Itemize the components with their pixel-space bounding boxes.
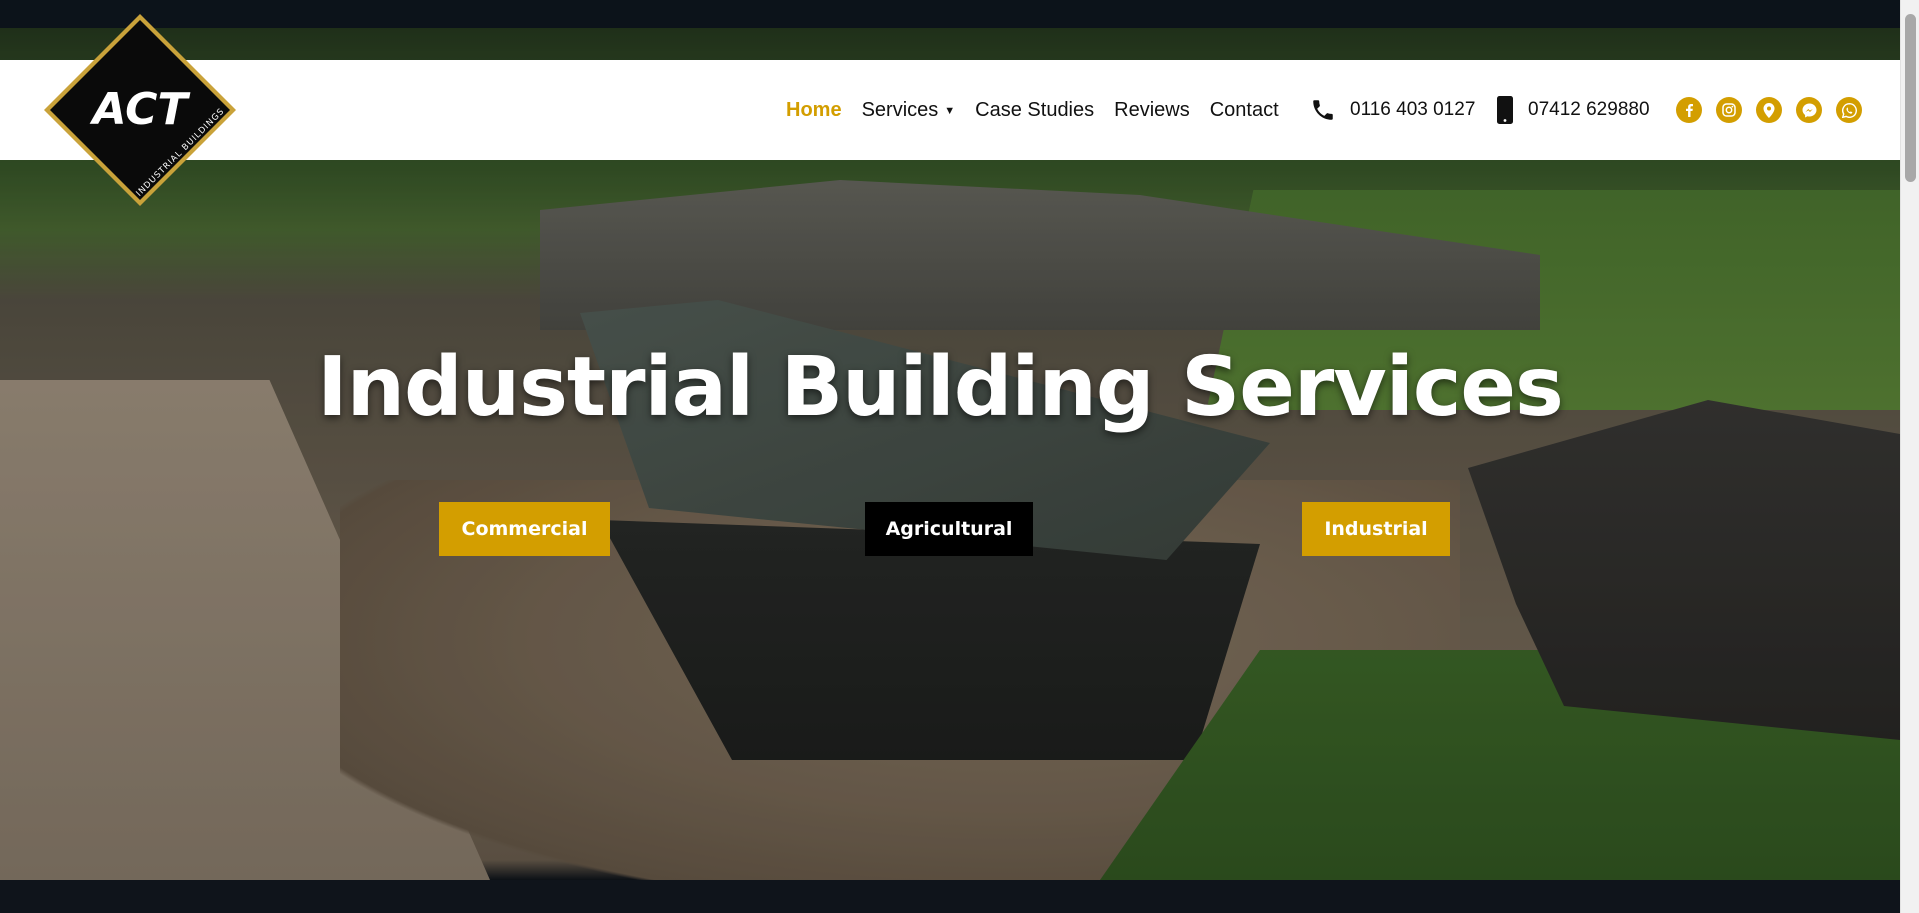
bottom-dark-bar: [0, 880, 1900, 913]
social-links: [1676, 60, 1876, 160]
nav-item-home[interactable]: Home: [786, 99, 842, 122]
nav-item-services-label: Services: [861, 98, 939, 121]
nav-item-contact[interactable]: Contact: [1210, 99, 1279, 122]
nav-item-reviews[interactable]: Reviews: [1114, 99, 1190, 122]
map-pin-icon[interactable]: [1756, 97, 1782, 123]
phone-icon: [1310, 97, 1336, 123]
site-logo[interactable]: ACT INDUSTRIAL BUILDINGS: [42, 12, 238, 208]
industrial-button[interactable]: Industrial: [1302, 502, 1450, 556]
logo-text: ACT: [89, 84, 190, 135]
mobile-number: 07412 629880: [1528, 99, 1650, 120]
chevron-down-icon: ▼: [944, 104, 956, 117]
whatsapp-icon[interactable]: [1836, 97, 1862, 123]
mobile-contact[interactable]: 07412 629880: [1496, 60, 1650, 160]
main-nav: Home Services ▼ Case Studies Reviews Cont…: [786, 60, 1299, 160]
mobile-phone-icon: [1496, 96, 1514, 124]
hero-title: Industrial Building Services: [317, 340, 1564, 435]
nav-item-case-studies[interactable]: Case Studies: [975, 99, 1094, 122]
page: ACT INDUSTRIAL BUILDINGS Home Services ▼ …: [0, 0, 1900, 913]
instagram-icon[interactable]: [1716, 97, 1742, 123]
scrollbar-thumb[interactable]: [1905, 14, 1916, 182]
nav-item-services[interactable]: Services ▼: [862, 99, 956, 122]
facebook-icon[interactable]: [1676, 97, 1702, 123]
commercial-button[interactable]: Commercial: [439, 502, 610, 556]
agricultural-button[interactable]: Agricultural: [865, 502, 1033, 556]
page-scrollbar[interactable]: [1900, 0, 1919, 913]
landline-contact[interactable]: 0116 403 0127: [1310, 60, 1475, 160]
landline-number: 0116 403 0127: [1350, 99, 1476, 120]
messenger-icon[interactable]: [1796, 97, 1822, 123]
